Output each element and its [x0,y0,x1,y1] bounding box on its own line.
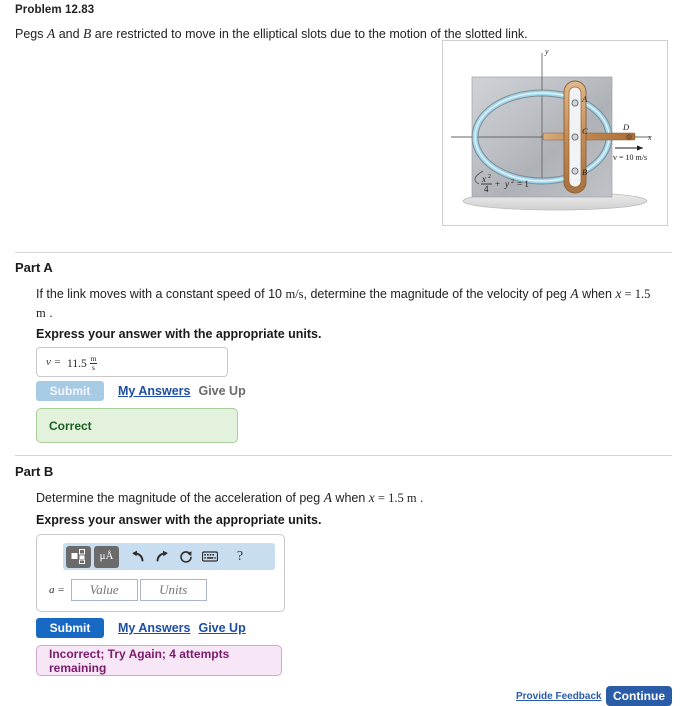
peg-a [571,99,579,107]
problem-figure: y x A C B D v = 10 m/s x 2 4 + y 2 = 1 [442,40,668,226]
peg-a-symbol: A [46,26,56,41]
units-icon[interactable]: μÅ [94,545,119,568]
part-b-value-input[interactable] [70,579,138,601]
x-axis-label: x [647,133,652,142]
svg-text:= 1: = 1 [517,179,529,189]
part-b-button-row: Submit My Answers Give Up [36,618,246,640]
part-b-submit-button[interactable]: Submit [36,618,104,638]
undo-icon-glyph [132,550,144,562]
problem-title: Problem 12.83 [15,4,95,16]
answer-toolbar: μÅ ? [63,543,275,570]
part-b-question-text-3: . [416,491,424,505]
separator-part-b [15,455,672,456]
part-a-question-text-4: . [45,306,53,321]
part-b-x-value: = 1.5 m [374,491,417,505]
template-icon-glyph [71,549,85,564]
svg-text:+: + [495,179,500,189]
statement-text-2: and [55,27,84,41]
svg-text:x: x [481,174,486,184]
part-a-answer-label: v = [46,356,62,368]
velocity-arrow-head [637,145,643,151]
label-d: D [622,122,630,132]
redo-icon-glyph [156,550,168,562]
separator-part-a [15,252,672,253]
part-a-answer-value: 11.5 ms [67,355,98,372]
part-a-give-up-link[interactable]: Give Up [198,384,245,398]
part-a-question-text-2: , determine the magnitude of the velocit… [303,287,571,301]
y-axis-label: y [544,47,549,56]
label-b: B [582,167,587,177]
part-a-submit-button[interactable]: Submit [36,381,104,401]
continue-button[interactable]: Continue [606,686,672,706]
part-a-answer-number: 11.5 [67,357,87,370]
mechanism-diagram: y x A C B D v = 10 m/s x 2 4 + y 2 = 1 [451,47,652,211]
part-a-my-answers-link[interactable]: My Answers [118,384,190,398]
part-b-my-answers-link[interactable]: My Answers [118,621,190,635]
part-b-peg-symbol: A [323,490,332,505]
part-a-unit-denominator: s [92,362,95,372]
peg-c [571,133,579,141]
part-b-question: Determine the magnitude of the accelerat… [36,488,656,508]
statement-text-1: Pegs [15,27,47,41]
label-c: C [582,126,588,136]
svg-text:4: 4 [484,184,489,194]
part-b-express-note: Express your answer with the appropriate… [36,513,322,527]
help-icon[interactable]: ? [229,546,251,568]
template-icon[interactable] [66,545,91,568]
keyboard-icon[interactable] [199,546,221,568]
part-b-answer-widget: μÅ ? a = Value Units [36,534,285,612]
reset-icon-glyph [180,550,192,563]
point-d [626,134,632,140]
part-a-heading: Part A [15,260,53,275]
units-icon-label: μÅ [99,550,114,562]
part-b-question-text-1: Determine the magnitude of the accelerat… [36,491,324,505]
part-b-units-input[interactable] [139,579,207,601]
part-a-express-note: Express your answer with the appropriate… [36,327,322,341]
part-a-answer-unit: ms [89,355,98,372]
svg-text:2: 2 [488,174,491,180]
keyboard-icon-glyph [202,551,218,562]
svg-text:2: 2 [511,179,514,185]
redo-icon[interactable] [151,546,173,568]
problem-page: Problem 12.83 Pegs A and B are restricte… [0,0,687,706]
part-a-speed-units: m/s [285,287,304,301]
part-b-give-up-link[interactable]: Give Up [198,621,245,635]
part-a-answer-display: v = 11.5 ms [36,347,228,377]
part-b-answer-label: a = [49,584,65,596]
part-a-question-text-3: when [578,287,616,301]
velocity-label: v = 10 m/s [613,153,647,162]
undo-icon[interactable] [127,546,149,568]
label-a: A [581,94,588,104]
part-b-heading: Part B [15,464,54,479]
horizontal-link-rod [542,132,636,141]
provide-feedback-link[interactable]: Provide Feedback [516,691,602,702]
svg-text:y: y [504,179,509,189]
part-b-feedback-incorrect: Incorrect; Try Again; 4 attempts remaini… [36,645,282,676]
statement-text-3: are restricted to move in the elliptical… [91,27,528,41]
reset-icon[interactable] [175,546,197,568]
part-a-peg-symbol: A [570,286,579,301]
part-b-field-row: a = [49,579,207,601]
peg-b [571,167,579,175]
part-a-button-row: Submit My Answers Give Up [36,381,246,403]
part-a-question-text-1: If the link moves with a constant speed … [36,287,286,301]
part-b-question-text-2: when [331,491,369,505]
part-a-feedback-correct: Correct [36,408,238,443]
part-a-question: If the link moves with a constant speed … [36,284,656,323]
